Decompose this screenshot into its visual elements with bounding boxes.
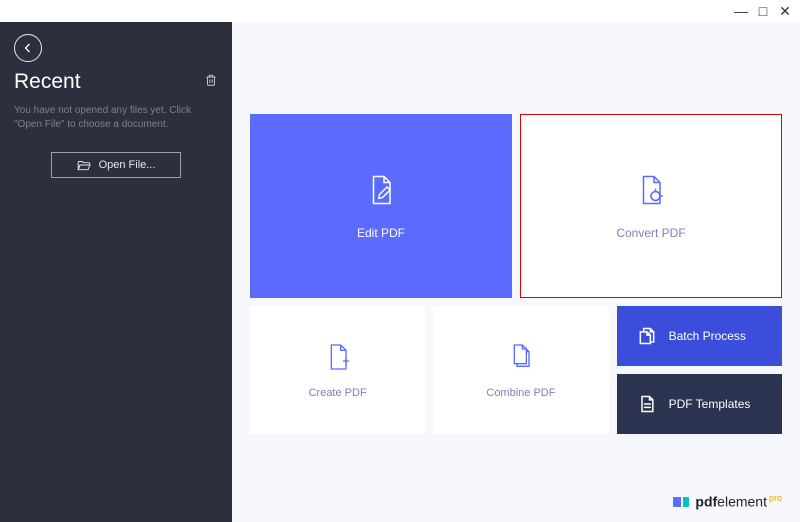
combine-pdf-tile[interactable]: Combine PDF — [433, 306, 608, 434]
brand-suffix: element — [717, 494, 767, 510]
main-panel: Edit PDF Convert PDF Create PDF — [232, 22, 800, 522]
combine-pdf-icon — [505, 341, 537, 373]
sidebar: Recent You have not opened any files yet… — [0, 22, 232, 522]
chevron-left-icon — [22, 42, 34, 54]
recent-empty-hint: You have not opened any files yet. Click… — [14, 104, 218, 132]
tile-row-2: Create PDF Combine PDF Batch Process — [250, 306, 782, 434]
create-pdf-icon — [322, 341, 354, 373]
trash-icon — [204, 73, 218, 87]
tile-row-1: Edit PDF Convert PDF — [250, 114, 782, 298]
window-minimize-button[interactable]: — — [734, 4, 748, 18]
recent-title: Recent — [14, 70, 81, 94]
app-root: Recent You have not opened any files yet… — [0, 22, 800, 522]
window-maximize-button[interactable]: □ — [756, 4, 770, 18]
templates-icon — [637, 394, 657, 414]
pdf-templates-tile[interactable]: PDF Templates — [617, 374, 782, 434]
brand-name: pdfelementpro — [695, 493, 782, 510]
footer: pdfelementpro — [250, 483, 782, 510]
batch-process-tile[interactable]: Batch Process — [617, 306, 782, 366]
batch-icon — [637, 326, 657, 346]
batch-process-label: Batch Process — [669, 329, 746, 343]
brand-prefix: pdf — [695, 494, 717, 510]
edit-pdf-icon — [363, 172, 399, 208]
edit-pdf-tile[interactable]: Edit PDF — [250, 114, 512, 298]
tile-right-column: Batch Process PDF Templates — [617, 306, 782, 434]
open-file-label: Open File... — [99, 159, 156, 171]
convert-pdf-tile[interactable]: Convert PDF — [520, 114, 782, 298]
window-titlebar: — □ ✕ — [0, 0, 800, 22]
back-button[interactable] — [14, 34, 42, 62]
brand-logo-icon — [673, 497, 689, 507]
folder-open-icon — [77, 159, 91, 171]
convert-pdf-label: Convert PDF — [616, 226, 685, 240]
create-pdf-label: Create PDF — [309, 387, 367, 399]
edit-pdf-label: Edit PDF — [357, 226, 405, 240]
brand-tag: pro — [769, 493, 782, 503]
open-file-button[interactable]: Open File... — [51, 152, 181, 178]
create-pdf-tile[interactable]: Create PDF — [250, 306, 425, 434]
recent-header: Recent — [14, 70, 218, 94]
combine-pdf-label: Combine PDF — [486, 387, 555, 399]
clear-recent-button[interactable] — [204, 73, 218, 92]
pdf-templates-label: PDF Templates — [669, 397, 751, 411]
window-close-button[interactable]: ✕ — [778, 4, 792, 18]
convert-pdf-icon — [633, 172, 669, 208]
